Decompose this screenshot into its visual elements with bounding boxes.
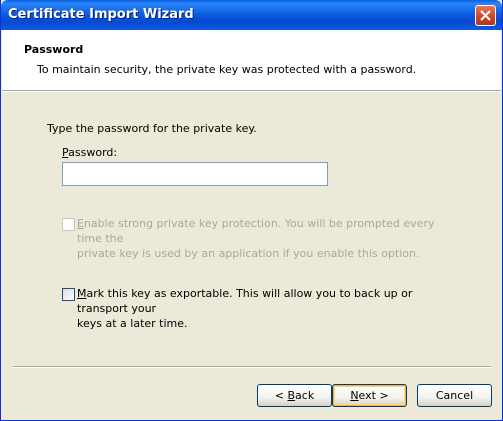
certificate-import-wizard-window: Certificate Import Wizard Password To ma… <box>0 0 503 421</box>
wizard-header: Password To maintain security, the priva… <box>2 30 501 90</box>
next-button[interactable]: Next > <box>332 384 407 407</box>
cancel-button[interactable]: Cancel <box>417 384 492 407</box>
page-title: Password <box>24 43 84 56</box>
close-button[interactable] <box>475 5 496 26</box>
exportable-checkbox[interactable] <box>62 288 75 301</box>
password-input[interactable] <box>62 162 328 186</box>
close-icon <box>480 10 491 21</box>
exportable-line2: keys at a later time. <box>77 317 188 330</box>
back-button[interactable]: < Back <box>257 384 332 407</box>
exportable-label[interactable]: Mark this key as exportable. This will a… <box>77 286 457 331</box>
title-bar[interactable]: Certificate Import Wizard <box>1 0 502 30</box>
strong-protection-line1: nable strong private key protection. You… <box>77 217 435 245</box>
back-prefix: < <box>274 389 288 402</box>
header-divider <box>2 90 501 92</box>
strong-protection-mnemonic: E <box>77 217 84 230</box>
footer-divider <box>13 366 491 368</box>
next-label: ext > <box>358 389 389 402</box>
strong-protection-checkbox[interactable] <box>62 218 75 231</box>
strong-protection-label: Enable strong private key protection. Yo… <box>77 216 457 261</box>
password-prompt: Type the password for the private key. <box>47 122 257 135</box>
back-label: ack <box>295 389 315 402</box>
exportable-line1: ark this key as exportable. This will al… <box>77 287 413 315</box>
back-mnemonic: B <box>287 389 296 402</box>
strong-protection-line2: private key is used by an application if… <box>77 247 420 260</box>
password-label-text: assword: <box>68 146 118 159</box>
window-title: Certificate Import Wizard <box>8 7 194 22</box>
exportable-mnemonic: M <box>77 287 87 300</box>
page-subtitle: To maintain security, the private key wa… <box>37 63 417 76</box>
password-label: Password: <box>62 146 117 159</box>
next-mnemonic: N <box>350 389 359 402</box>
